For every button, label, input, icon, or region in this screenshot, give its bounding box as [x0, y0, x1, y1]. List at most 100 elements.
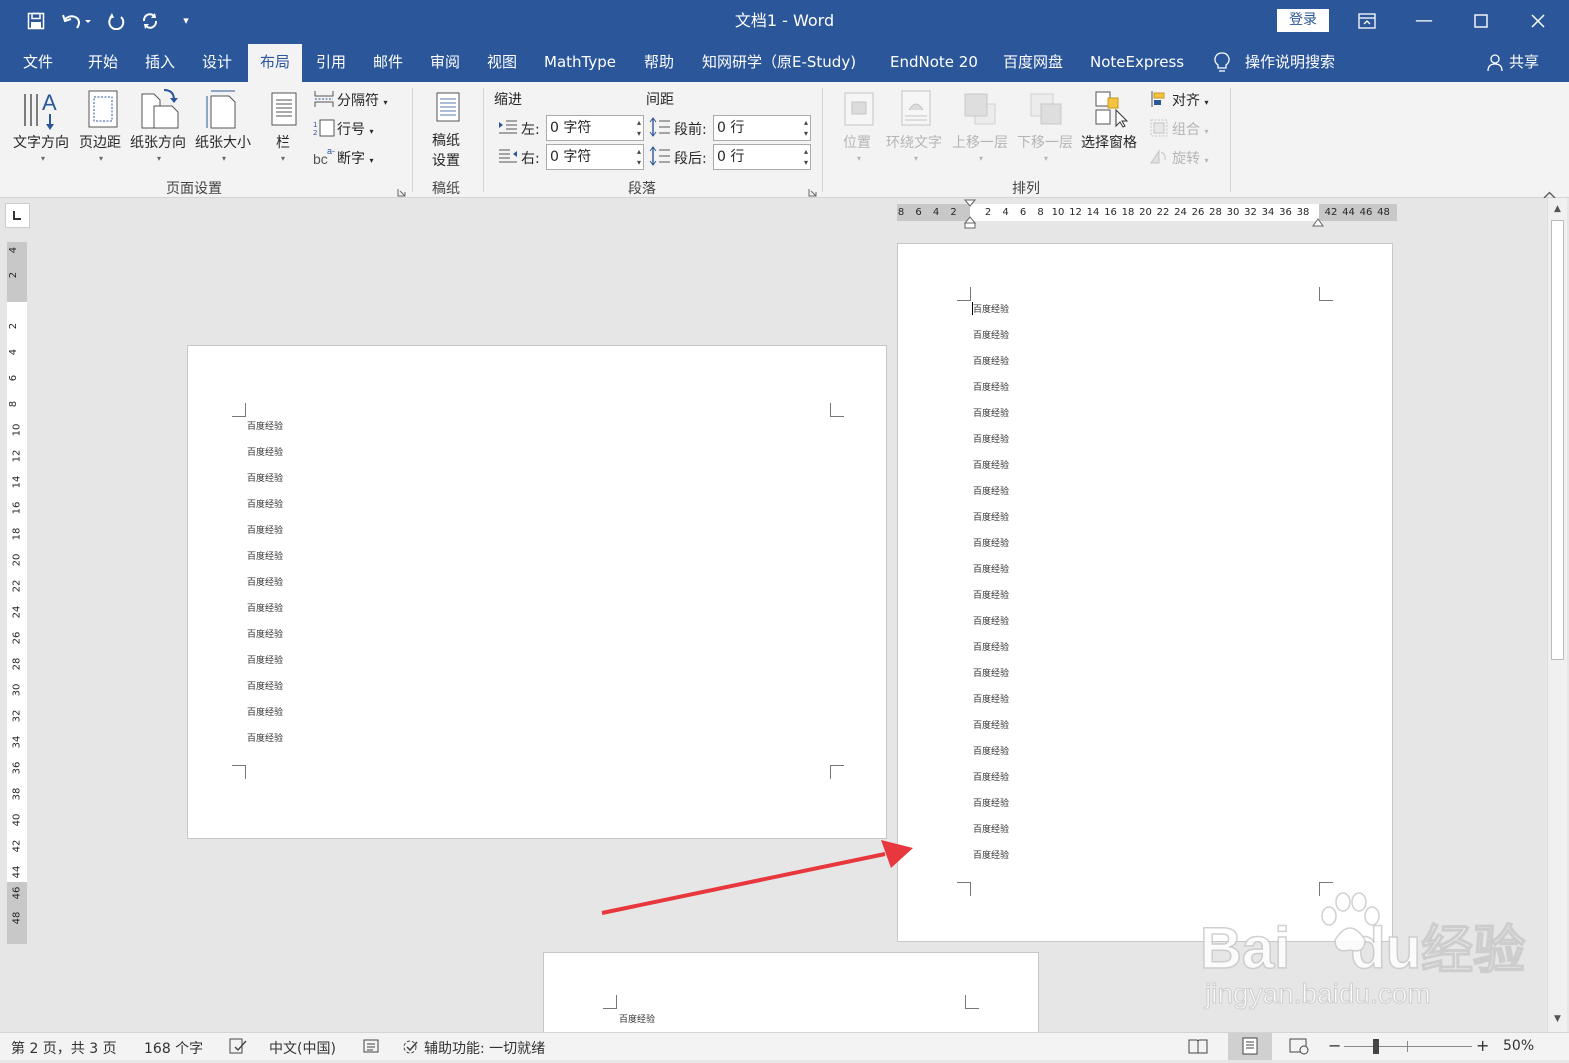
draft-settings-label-2[interactable]: 设置: [432, 150, 460, 170]
spinner-arrows-icon[interactable]: ▴ ▾: [804, 146, 808, 168]
text-line[interactable]: 百度经验: [973, 302, 1009, 315]
wrap-text-icon[interactable]: [901, 90, 931, 130]
orientation-icon[interactable]: [140, 88, 180, 134]
text-line[interactable]: 百度经验: [247, 653, 283, 666]
zoom-slider-thumb[interactable]: [1373, 1039, 1379, 1054]
macro-icon[interactable]: [363, 1038, 379, 1058]
text-line[interactable]: 百度经验: [247, 731, 283, 744]
tab-help[interactable]: 帮助: [644, 42, 674, 82]
text-line[interactable]: 百度经验: [973, 380, 1009, 393]
text-line[interactable]: 百度经验: [973, 692, 1009, 705]
vertical-scrollbar[interactable]: ▲ ▼: [1547, 198, 1567, 1032]
tab-selector[interactable]: [5, 203, 30, 228]
text-line[interactable]: 百度经验: [973, 744, 1009, 757]
login-button[interactable]: 登录: [1277, 9, 1329, 32]
text-line[interactable]: 百度经验: [973, 640, 1009, 653]
undo-icon[interactable]: [56, 0, 96, 42]
text-line[interactable]: 百度经验: [247, 445, 283, 458]
share-button[interactable]: 共享: [1509, 42, 1539, 82]
chevron-down-icon[interactable]: ▾: [857, 154, 861, 163]
send-backward-icon[interactable]: [1029, 92, 1063, 130]
text-line[interactable]: 百度经验: [973, 588, 1009, 601]
text-line[interactable]: 百度经验: [973, 484, 1009, 497]
proofing-icon[interactable]: [229, 1038, 247, 1058]
refresh-icon[interactable]: [130, 0, 170, 42]
text-line[interactable]: 百度经验: [973, 614, 1009, 627]
bring-forward-icon[interactable]: [963, 92, 997, 130]
chevron-down-icon[interactable]: ▾: [281, 154, 285, 163]
print-layout-button[interactable]: [1228, 1033, 1272, 1060]
space-after-input[interactable]: 0 行 ▴ ▾: [713, 144, 811, 170]
zoom-in-button[interactable]: +: [1476, 1036, 1489, 1055]
text-line[interactable]: 百度经验: [973, 770, 1009, 783]
text-line[interactable]: 百度经验: [247, 549, 283, 562]
text-line[interactable]: 百度经验: [247, 497, 283, 510]
bring-forward-label[interactable]: 上移一层: [952, 132, 1008, 152]
indent-right-input[interactable]: 0 字符 ▴ ▾: [546, 144, 644, 170]
text-line[interactable]: 百度经验: [973, 432, 1009, 445]
chevron-down-icon[interactable]: ▾: [222, 154, 226, 163]
scrollbar-thumb[interactable]: [1551, 220, 1564, 660]
zoom-out-button[interactable]: −: [1328, 1036, 1341, 1055]
scroll-up-icon[interactable]: ▲: [1548, 200, 1567, 218]
position-label[interactable]: 位置: [843, 132, 871, 152]
text-line[interactable]: 百度经验: [973, 848, 1009, 861]
tab-noteexpress[interactable]: NoteExpress: [1090, 42, 1184, 82]
chevron-down-icon[interactable]: ▾: [914, 154, 918, 163]
tab-view[interactable]: 视图: [487, 42, 517, 82]
language[interactable]: 中文(中国): [269, 1038, 336, 1058]
text-line[interactable]: 百度经验: [973, 536, 1009, 549]
margins-label[interactable]: 页边距: [79, 132, 121, 152]
text-line[interactable]: 百度经验: [973, 328, 1009, 341]
chevron-down-icon[interactable]: ▾: [41, 154, 45, 163]
chevron-down-icon[interactable]: ▾: [979, 154, 983, 163]
spinner-arrows-icon[interactable]: ▴ ▾: [804, 117, 808, 139]
chevron-down-icon[interactable]: ▾: [99, 154, 103, 163]
text-line[interactable]: 百度经验: [973, 822, 1009, 835]
chevron-down-icon[interactable]: ▾: [1044, 154, 1048, 163]
tab-insert[interactable]: 插入: [145, 42, 175, 82]
spinner-arrows-icon[interactable]: ▴ ▾: [637, 117, 641, 139]
read-mode-icon[interactable]: [1188, 1037, 1208, 1059]
text-line[interactable]: 百度经验: [247, 679, 283, 692]
text-line[interactable]: 百度经验: [247, 627, 283, 640]
spinner-arrows-icon[interactable]: ▴ ▾: [637, 146, 641, 168]
text-line[interactable]: 百度经验: [973, 510, 1009, 523]
text-line[interactable]: 百度经验: [247, 419, 283, 432]
text-line[interactable]: 百度经验: [973, 354, 1009, 367]
chevron-down-icon[interactable]: ▾: [157, 154, 161, 163]
text-line[interactable]: 百度经验: [247, 575, 283, 588]
zoom-slider[interactable]: [1344, 1046, 1472, 1047]
text-line[interactable]: 百度经验: [973, 406, 1009, 419]
space-before-input[interactable]: 0 行 ▴ ▾: [713, 115, 811, 141]
send-backward-label[interactable]: 下移一层: [1017, 132, 1073, 152]
indent-left-input[interactable]: 0 字符 ▴ ▾: [546, 115, 644, 141]
rotate-button[interactable]: 旋转 ▾: [1172, 148, 1208, 168]
text-line[interactable]: 百度经验: [619, 1012, 655, 1025]
text-line[interactable]: 百度经验: [247, 601, 283, 614]
align-button[interactable]: 对齐 ▾: [1172, 90, 1208, 110]
tab-baidu-netdisk[interactable]: 百度网盘: [1003, 42, 1063, 82]
first-line-indent-marker[interactable]: [963, 199, 977, 233]
document-canvas[interactable]: 8642 2 4 6 8 10 12 14 16 18 20 22 24 26 28 30 32 34 36 38 …: [0, 198, 1569, 1042]
text-line[interactable]: 百度经验: [973, 718, 1009, 731]
text-direction-icon[interactable]: A: [20, 88, 66, 136]
close-icon[interactable]: [1518, 0, 1558, 42]
page-info[interactable]: 第 2 页，共 3 页: [11, 1038, 117, 1058]
right-indent-marker[interactable]: [1312, 212, 1324, 231]
page-2[interactable]: 百度经验 百度经验 百度经验 百度经验 百度经验 百度经验 百度经验 百度经验 百度经验 百度经验…: [897, 243, 1393, 942]
tab-mathtype[interactable]: MathType: [544, 42, 616, 82]
tab-review[interactable]: 审阅: [430, 42, 460, 82]
text-line[interactable]: 百度经验: [973, 458, 1009, 471]
line-numbers-button[interactable]: 行号 ▾: [337, 119, 373, 139]
tab-endnote[interactable]: EndNote 20: [890, 42, 978, 82]
zoom-level[interactable]: 50%: [1503, 1038, 1534, 1054]
position-icon[interactable]: [844, 92, 874, 130]
minimize-icon[interactable]: —: [1404, 0, 1444, 42]
page-3[interactable]: 百度经验: [543, 952, 1039, 1042]
tab-references[interactable]: 引用: [316, 42, 346, 82]
hyphenation-button[interactable]: 断字 ▾: [337, 148, 373, 168]
text-line[interactable]: 百度经验: [973, 562, 1009, 575]
wrap-text-label[interactable]: 环绕文字: [886, 132, 942, 152]
accessibility-icon[interactable]: [402, 1038, 422, 1060]
